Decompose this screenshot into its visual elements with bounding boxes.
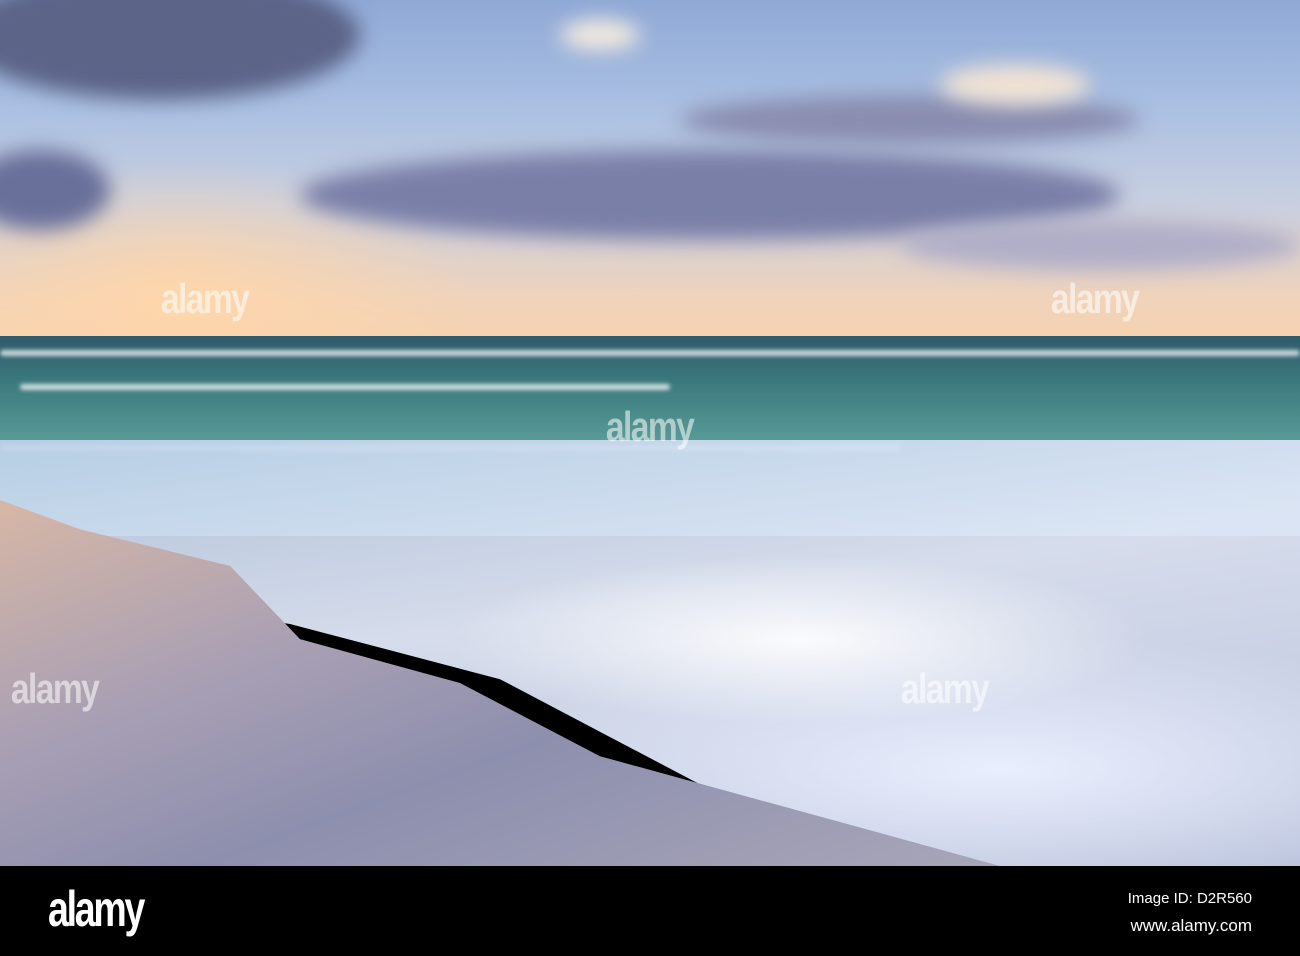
site-url: www.alamy.com [1130,916,1252,935]
alamy-logo: alamy [48,881,145,937]
cloud [940,65,1090,105]
wave-crest [0,350,1300,356]
footer-bar: alamy Image ID: D2R560 www.alamy.com [0,866,1300,956]
beach-photo: alamy alamy alamy alamy alamy [0,0,1300,866]
cloud [0,0,360,100]
image-id: Image ID: D2R560 [1127,890,1252,907]
watermark: alamy [10,665,100,712]
cloud [900,220,1300,270]
watermark: alamy [900,665,990,712]
watermark: alamy [605,403,695,450]
wave-crest [20,384,670,390]
cloud [560,20,640,50]
cloud [680,95,1140,145]
cloud [0,150,110,230]
watermark: alamy [160,275,250,322]
watermark: alamy [1050,275,1140,322]
